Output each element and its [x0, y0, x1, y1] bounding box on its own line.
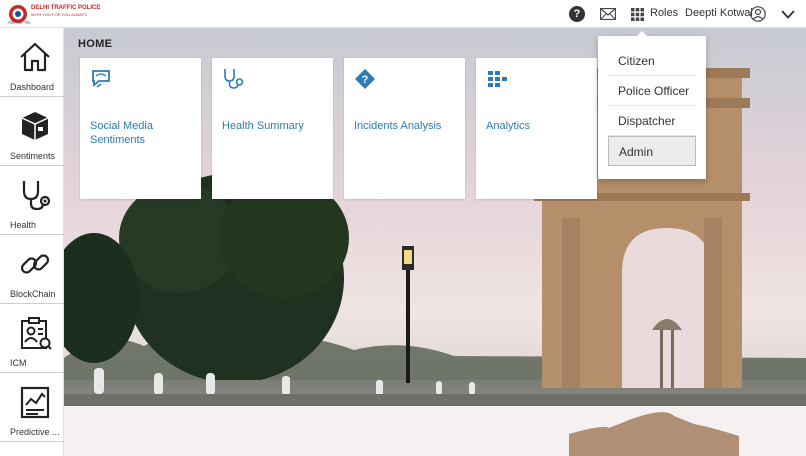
- sidebar-item-label: ICM: [10, 358, 27, 368]
- apps-grid-icon[interactable]: [631, 5, 644, 23]
- card-analytics[interactable]: Analytics: [476, 58, 597, 199]
- card-health-summary[interactable]: Health Summary: [212, 58, 333, 199]
- stethoscope-icon: [224, 69, 244, 89]
- chart-document-icon: [20, 386, 50, 419]
- chain-link-icon: [20, 254, 50, 274]
- delhi-traffic-police-logo[interactable]: DELHI TRAFFIC POLICE WITH YOU FOR YOU AL…: [4, 3, 100, 25]
- sidebar-item-blockchain[interactable]: BlockChain: [0, 235, 64, 304]
- user-avatar-icon[interactable]: [749, 5, 766, 23]
- card-label: Health Summary: [222, 120, 304, 132]
- card-incidents-analysis[interactable]: ? Incidents Analysis: [344, 58, 465, 199]
- user-name[interactable]: Deepti Kotwal: [685, 7, 753, 19]
- mail-icon[interactable]: [599, 5, 616, 23]
- id-clipboard-icon: [21, 317, 52, 350]
- sidebar-item-label: BlockChain: [10, 289, 56, 299]
- cube-icon: [21, 112, 49, 140]
- role-option-police-officer[interactable]: Police Officer: [608, 76, 696, 106]
- sidebar-item-label: Predictive ...: [10, 427, 60, 437]
- help-icon[interactable]: ?: [569, 6, 585, 22]
- card-social-media-sentiments[interactable]: Social Media Sentiments: [80, 58, 201, 199]
- home-icon: [20, 42, 50, 72]
- sidebar: Dashboard Sentiments Health BlockChain I…: [0, 28, 64, 456]
- sidebar-item-label: Sentiments: [10, 151, 56, 161]
- sidebar-item-icm[interactable]: ICM: [0, 304, 64, 373]
- chevron-down-icon[interactable]: [780, 5, 796, 23]
- sidebar-item-sentiments[interactable]: Sentiments: [0, 97, 64, 166]
- sidebar-item-dashboard[interactable]: Dashboard: [0, 28, 64, 97]
- role-option-dispatcher[interactable]: Dispatcher: [608, 106, 696, 136]
- question-diamond-icon: ?: [355, 69, 375, 89]
- roles-dropdown-menu: Citizen Police Officer Dispatcher Admin: [598, 31, 706, 179]
- card-label: Incidents Analysis: [354, 120, 442, 132]
- role-option-citizen[interactable]: Citizen: [608, 46, 696, 76]
- chat-bubbles-icon: [92, 70, 110, 88]
- stethoscope-icon: [22, 181, 51, 211]
- svg-text:?: ?: [362, 74, 369, 86]
- top-header: DELHI TRAFFIC POLICE WITH YOU FOR YOU AL…: [0, 0, 806, 28]
- sidebar-item-predictive[interactable]: Predictive ...: [0, 373, 64, 442]
- logo-brand-text: DELHI TRAFFIC POLICE: [31, 5, 101, 11]
- page-title: HOME: [78, 38, 113, 50]
- card-label: Analytics: [486, 120, 531, 132]
- logo-tagline: WITH YOU FOR YOU ALWAYS: [31, 12, 88, 17]
- lower-background: [64, 406, 806, 456]
- roles-button[interactable]: Roles: [650, 7, 678, 19]
- blocks-icon: [488, 71, 507, 87]
- sidebar-item-label: Health: [10, 220, 37, 230]
- logo-subtext: शांति सेवा न्याय: [8, 20, 31, 25]
- sidebar-item-label: Dashboard: [10, 82, 55, 92]
- sidebar-item-health[interactable]: Health: [0, 166, 64, 235]
- card-label: Social Media Sentiments: [90, 120, 153, 146]
- role-option-admin[interactable]: Admin: [608, 136, 696, 166]
